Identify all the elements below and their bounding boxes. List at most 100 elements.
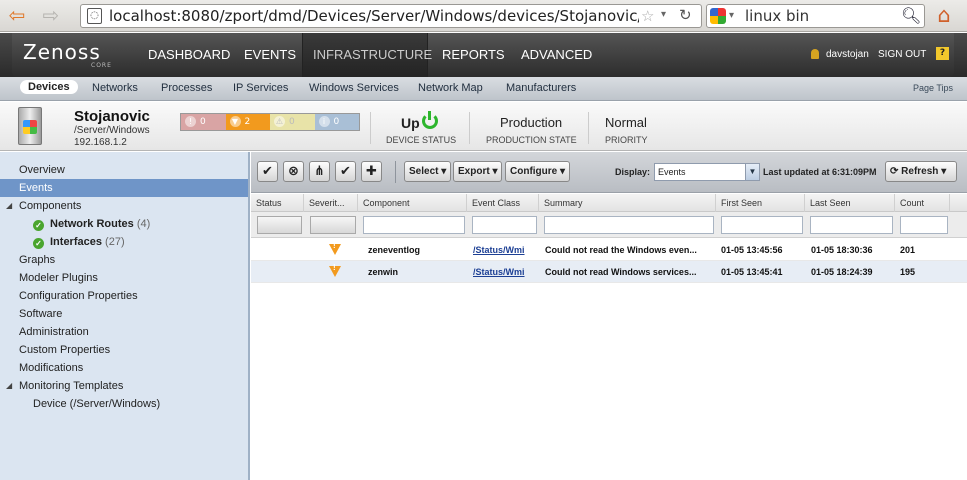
last-seen-filter[interactable] [810, 216, 893, 234]
google-icon[interactable] [710, 8, 726, 24]
event-class-link[interactable]: /Status/Wmi [468, 261, 538, 283]
expand-arrow-icon[interactable]: ◢ [6, 377, 12, 395]
chevron-down-icon[interactable]: ▼ [745, 164, 759, 180]
sidebar-item-device-template[interactable]: Device (/Server/Windows) [0, 395, 248, 413]
column-component[interactable]: Component [358, 194, 467, 212]
sidebar-item-label: Custom Properties [19, 344, 111, 356]
chevron-down-icon: ▾ [492, 166, 498, 177]
warning-count[interactable]: ⚠ 0 [270, 114, 315, 130]
user-icon [811, 49, 819, 59]
priority-value[interactable]: Normal [605, 115, 647, 130]
column-severity[interactable]: Severit... [304, 194, 358, 212]
sidebar-item-monitoring-templates[interactable]: ◢ Monitoring Templates [0, 377, 248, 395]
nav-advanced[interactable]: ADVANCED [511, 33, 602, 77]
sidebar-item-custom-properties[interactable]: Custom Properties [0, 341, 248, 359]
search-engine-dropdown-icon[interactable]: ▾ [729, 10, 734, 21]
column-event-class[interactable]: Event Class [467, 194, 539, 212]
sidebar-item-components[interactable]: ◢ Components [0, 197, 248, 215]
device-class-path[interactable]: /Server/Windows [74, 125, 150, 136]
sidebar-item-network-routes[interactable]: ✓ Network Routes (4) [0, 215, 248, 233]
sign-out-link[interactable]: SIGN OUT [878, 49, 926, 60]
first-seen-filter[interactable] [721, 216, 803, 234]
acknowledge-icon[interactable]: ✔ [257, 161, 278, 182]
sidebar-item-administration[interactable]: Administration [0, 323, 248, 341]
add-event-icon[interactable]: ✚ [361, 161, 382, 182]
severity-filter[interactable] [310, 216, 356, 234]
sidebar-item-configuration-properties[interactable]: Configuration Properties [0, 287, 248, 305]
chevron-down-icon: ▾ [441, 166, 447, 177]
sidebar-item-label: Interfaces [50, 236, 102, 248]
summary-filter[interactable] [544, 216, 714, 234]
select-menu-button[interactable]: Select ▾ [404, 161, 452, 182]
nav-reports[interactable]: REPORTS [432, 33, 515, 77]
column-first-seen[interactable]: First Seen [716, 194, 805, 212]
last-seen-cell: 01-05 18:30:36 [811, 245, 873, 255]
subnav-processes[interactable]: Processes [161, 82, 212, 94]
url-bar[interactable]: ◌ localhost:8080/zport/dmd/Devices/Serve… [80, 4, 702, 28]
production-state-value[interactable]: Production [500, 115, 562, 130]
forward-arrow-icon[interactable]: ⇨ [38, 4, 64, 26]
back-arrow-icon[interactable]: ⇦ [4, 4, 30, 26]
column-last-seen[interactable]: Last Seen [805, 194, 895, 212]
nav-events[interactable]: EVENTS [234, 33, 306, 77]
url-dropdown-icon[interactable]: ▾ [661, 9, 666, 20]
count-filter[interactable] [900, 216, 948, 234]
subnav-devices[interactable]: Devices [20, 80, 78, 94]
search-input[interactable]: linux bin [745, 7, 809, 25]
critical-count[interactable]: ! 0 [181, 114, 226, 130]
table-row[interactable]: zeneventlog /Status/Wmi Could not read t… [251, 239, 967, 261]
event-class-filter[interactable] [472, 216, 537, 234]
first-seen-cell: 01-05 13:45:56 [721, 245, 783, 255]
sidebar-item-software[interactable]: Software [0, 305, 248, 323]
search-icon[interactable]: 🔍︎ [901, 6, 921, 25]
zenoss-logo[interactable]: Zenoss [23, 40, 101, 64]
error-count[interactable]: ▼ 2 [225, 114, 270, 130]
page-tips-link[interactable]: Page Tips [913, 83, 953, 93]
sidebar-item-graphs[interactable]: Graphs [0, 251, 248, 269]
column-status[interactable]: Status [251, 194, 304, 212]
search-box[interactable]: ▾ linux bin 🔍︎ [706, 4, 925, 28]
nav-dashboard[interactable]: DASHBOARD [138, 33, 240, 77]
sidebar-item-label: Modifications [19, 362, 84, 374]
sidebar-item-modeler-plugins[interactable]: Modeler Plugins [0, 269, 248, 287]
export-menu-button[interactable]: Export ▾ [453, 161, 503, 182]
sidebar-item-label: Events [19, 182, 53, 194]
unacknowledge-icon[interactable]: ✔ [335, 161, 356, 182]
username[interactable]: davstojan [826, 49, 869, 60]
reload-icon[interactable]: ↻ [679, 6, 692, 24]
url-text[interactable]: localhost:8080/zport/dmd/Devices/Server/… [109, 7, 639, 25]
help-icon[interactable]: ? [936, 47, 949, 60]
divider [469, 112, 470, 144]
subnav-network-map[interactable]: Network Map [418, 82, 483, 94]
home-icon[interactable]: ⌂ [930, 3, 958, 27]
configure-label: Configure [510, 166, 558, 177]
expand-arrow-icon[interactable]: ◢ [6, 197, 12, 215]
component-filter[interactable] [363, 216, 465, 234]
device-status-value: Up [401, 115, 420, 131]
sidebar-item-overview[interactable]: Overview [0, 161, 248, 179]
event-class-link[interactable]: /Status/Wmi [468, 239, 538, 261]
status-filter[interactable] [257, 216, 302, 234]
subnav-ip-services[interactable]: IP Services [233, 82, 288, 94]
subnav-windows-services[interactable]: Windows Services [309, 82, 399, 94]
column-summary[interactable]: Summary [539, 194, 716, 212]
sidebar-item-interfaces[interactable]: ✓ Interfaces (27) [0, 233, 248, 251]
subnav-networks[interactable]: Networks [92, 82, 138, 94]
device-status-label: DEVICE STATUS [386, 135, 457, 145]
subnav-manufacturers[interactable]: Manufacturers [506, 82, 576, 94]
logo-subtitle: CORE [91, 62, 112, 69]
column-count[interactable]: Count [895, 194, 950, 212]
refresh-button[interactable]: ⟳ Refresh ▾ [885, 161, 957, 182]
classify-icon[interactable]: ⋔ [309, 161, 330, 182]
info-count[interactable]: i0 [314, 114, 359, 130]
nav-infrastructure[interactable]: INFRASTRUCTURE [302, 33, 432, 77]
configure-menu-button[interactable]: Configure ▾ [505, 161, 571, 182]
table-row[interactable]: zenwin /Status/Wmi Could not read Window… [251, 261, 967, 283]
event-severity-rainbow[interactable]: ! 0 ▼ 2 ⚠ 0 i0 [180, 113, 360, 131]
bookmark-star-icon[interactable]: ☆ [641, 7, 654, 25]
sidebar-item-events[interactable]: Events [0, 179, 248, 197]
display-select[interactable]: Events ▼ [654, 163, 760, 181]
sidebar-item-modifications[interactable]: Modifications [0, 359, 248, 377]
display-label: Display: [615, 167, 651, 177]
close-event-icon[interactable]: ⊗ [283, 161, 304, 182]
